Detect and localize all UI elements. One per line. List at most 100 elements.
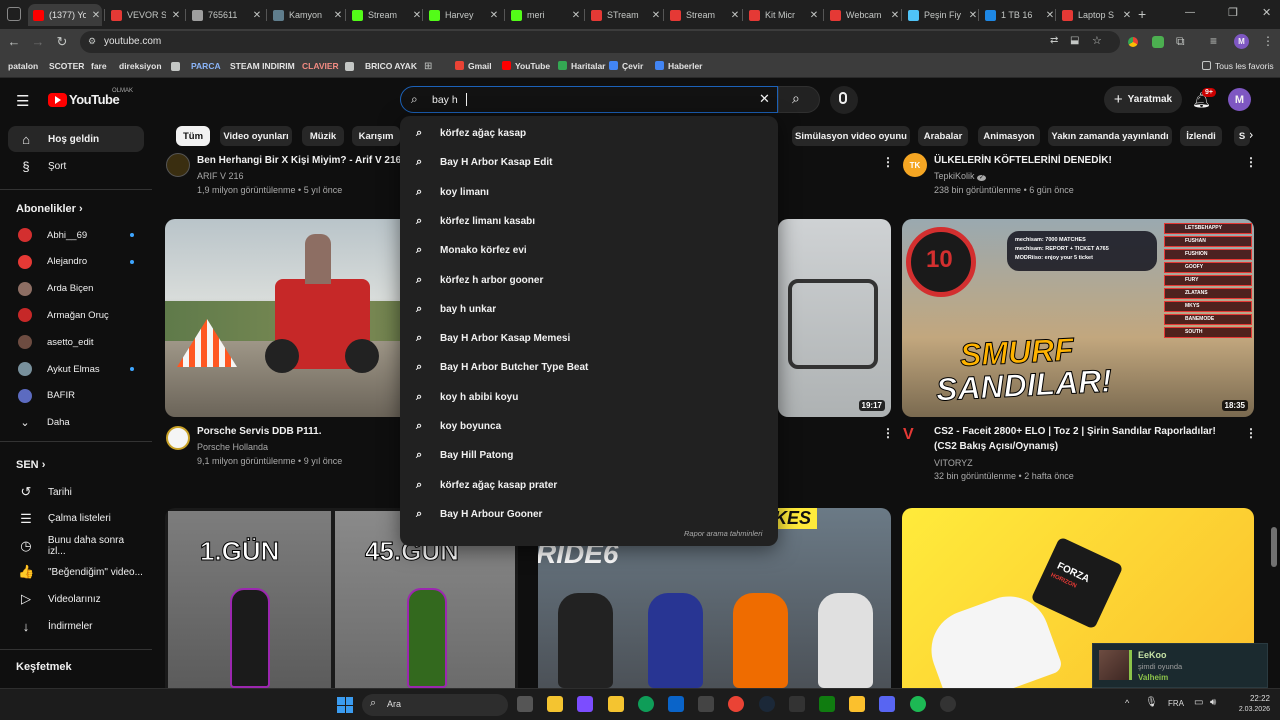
subscription-item[interactable]: Alejandro [8,250,144,274]
search-suggestion[interactable]: ⌕ Bay H Arbour Gooner [400,500,778,529]
channel-avatar[interactable] [166,153,190,177]
close-tab-icon[interactable]: ✕ [729,10,741,21]
bookmark-youtube[interactable]: YouTube [502,61,550,71]
back-arrow-icon[interactable]: ← [6,34,22,49]
more-options-icon[interactable]: ⋮ [882,155,894,169]
bookmark-scoter[interactable]: SCOTER [49,61,84,71]
channel-name[interactable]: VITORYZ [934,458,973,468]
more-options-icon[interactable]: ⋮ [1245,155,1257,169]
search-suggestion[interactable]: ⌕ Bay H Arbor Kasap Edit [400,148,778,177]
tab-3[interactable]: 765611 ✕ [187,4,263,26]
minimize-button[interactable]: — [1185,7,1195,18]
bookmark-fare[interactable]: fare [91,61,107,71]
sidebar-item-liked-videos[interactable]: 👍 "Beğendiğim" video... [8,559,144,585]
media-control-icon[interactable]: ≡ [1210,34,1217,48]
bookmark--evir[interactable]: Çevir [609,61,643,71]
sidebar-item-your-videos[interactable]: ▷ Videolarınız [8,586,144,612]
copilot-icon[interactable] [577,696,594,712]
file-explorer-icon[interactable] [547,696,564,712]
close-tab-icon[interactable]: ✕ [650,10,662,21]
search-box[interactable]: ⌕ bay h ✕ [400,86,778,113]
spotify-icon[interactable] [909,696,926,712]
video-thumbnail[interactable]: 10 mechisam: 7000 MATCHES mechisam: REPO… [902,219,1254,417]
channel-avatar[interactable]: V [903,426,925,448]
search-suggestion[interactable]: ⌕ körfez h arbor gooner [400,266,778,295]
tab-10[interactable]: Kit Micr ✕ [744,4,820,26]
sidebar-item-shorts[interactable]: § Şort [8,153,144,179]
sidebar-item-history[interactable]: ↺ Tarihi [8,479,144,505]
tab-14[interactable]: Laptop S ✕ [1057,4,1133,26]
filter-chip[interactable]: Tüm [176,126,210,146]
task-view-icon[interactable] [517,696,533,712]
tab-5[interactable]: Stream ✕ [347,4,423,26]
search-suggestion[interactable]: ⌕ Bay H Arbor Kasap Memesi [400,324,778,353]
profile-avatar[interactable]: M [1234,34,1249,49]
search-button[interactable]: ⌕ [778,86,820,113]
tab-search-icon[interactable] [7,7,21,21]
bookmark-brico-ayak[interactable]: BRICO AYAK [365,61,417,71]
subscription-item[interactable]: Aykut Elmas [8,357,144,381]
search-suggestion[interactable]: ⌕ Bay Hill Patong [400,441,778,470]
filter-chip[interactable]: Simülasyon video oyunu [792,126,910,146]
bookmark-parca[interactable]: PARCA [191,61,221,71]
search-input[interactable]: bay h [432,94,458,106]
tab-7[interactable]: meri ✕ [506,4,582,26]
restore-button[interactable]: ❐ [1228,6,1238,19]
close-tab-icon[interactable]: ✕ [1121,10,1133,21]
close-tab-icon[interactable]: ✕ [808,10,820,21]
steam-icon[interactable] [758,696,775,712]
edge-icon[interactable] [637,696,654,712]
search-suggestion[interactable]: ⌕ körfez limanı kasabı [400,207,778,236]
extensions-puzzle-icon[interactable]: ⧉ [1176,34,1185,49]
close-tab-icon[interactable]: ✕ [90,10,102,21]
tab-youtube[interactable]: (1377) YouTube ✕ [28,4,102,26]
epic-games-icon[interactable] [788,696,805,712]
filter-chip[interactable]: Arabalar [918,126,968,146]
tab-2[interactable]: VEVOR S ✕ [106,4,182,26]
video-title-line2[interactable]: (CS2 Bakış Açısı/Oynanış) [934,440,1058,454]
account-avatar[interactable]: M [1228,88,1251,111]
reload-icon[interactable]: ↻ [54,34,70,50]
tab-13[interactable]: 1 TB 16 ✕ [980,4,1056,26]
volume-icon[interactable]: 🔊︎ [1210,697,1216,708]
bookmark-clavier[interactable]: CLAVIER [302,61,339,71]
tab-12[interactable]: Peşin Fiy ✕ [903,4,979,26]
create-button[interactable]: + Yaratmak [1104,86,1182,113]
close-tab-icon[interactable]: ✕ [332,10,344,21]
close-window-button[interactable]: ✕ [1262,6,1271,19]
tab-11[interactable]: Webcam ✕ [825,4,901,26]
bookmark-steam-indirim[interactable]: STEAM INDIRIM [230,61,295,71]
sidebar-item-watch-later[interactable]: ◷ Bunu daha sonra izl... [8,533,144,559]
rockstar-icon[interactable] [849,696,866,712]
close-tab-icon[interactable]: ✕ [251,10,263,21]
sidebar-item-playlists[interactable]: ☰ Çalma listeleri [8,506,144,532]
taskbar-search[interactable]: ⌕ Ara [362,694,508,716]
video-title[interactable]: Ben Herhangi Bir X Kişi Miyim? - Arif V … [197,154,402,168]
subscription-item[interactable]: asetto_edit [8,330,144,354]
voice-search-button[interactable] [830,86,858,114]
report-predictions-link[interactable]: Rapor arama tahminleri [684,529,762,538]
video-thumbnail[interactable]: 19:17 [778,219,891,417]
bookmark-direksiyon[interactable]: direksiyon [119,61,162,71]
clock-date[interactable]: 2.03.2026 [1226,706,1270,713]
url-text[interactable]: youtube.com [104,36,161,47]
clear-search-icon[interactable]: ✕ [759,91,770,107]
forward-arrow-icon[interactable]: → [30,34,46,49]
close-tab-icon[interactable]: ✕ [488,10,500,21]
tab-4[interactable]: Kamyon ✕ [268,4,344,26]
tab-6[interactable]: Harvey ✕ [424,4,500,26]
channel-name[interactable]: TepkiKolik [934,171,975,181]
show-hidden-icons-chevron-icon[interactable]: ^ [1125,698,1129,708]
bookmark-gmail[interactable]: Gmail [455,61,492,71]
search-suggestion[interactable]: ⌕ bay h unkar [400,295,778,324]
apps-grid-icon[interactable]: ⊞ [424,61,432,72]
you-header[interactable]: SEN › [16,459,45,471]
filter-chip[interactable]: S [1234,126,1250,146]
browser-menu-icon[interactable]: ⋮ [1262,34,1274,48]
tab-8[interactable]: STream ✕ [586,4,662,26]
language-indicator[interactable]: FRA [1168,699,1184,708]
sidebar-item-home[interactable]: ⌂ Hoş geldin [8,126,144,152]
search-suggestion[interactable]: ⌕ koy limanı [400,178,778,207]
clock-time[interactable]: 22:22 [1246,694,1270,703]
close-tab-icon[interactable]: ✕ [170,10,182,21]
